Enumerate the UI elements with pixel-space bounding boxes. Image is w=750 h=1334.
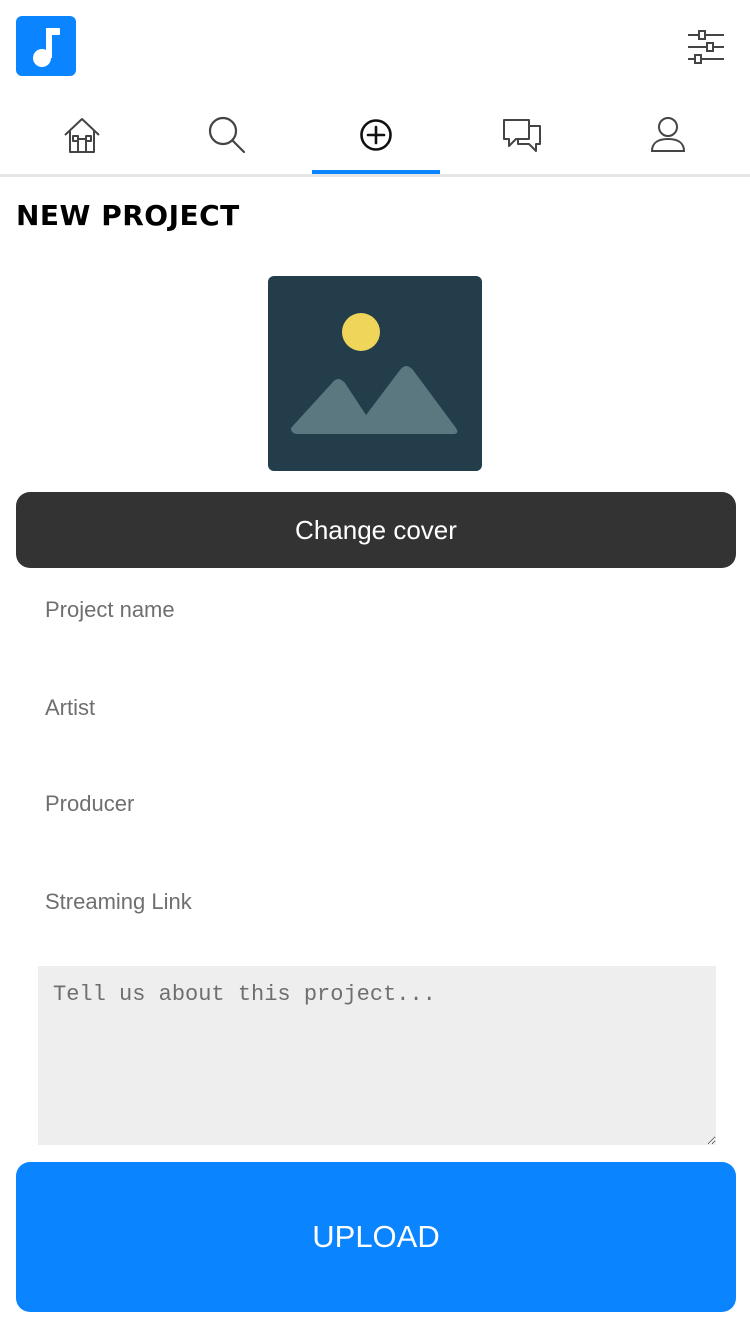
tab-home[interactable]: [18, 96, 146, 174]
app-header: [0, 0, 750, 96]
tab-profile[interactable]: [604, 96, 732, 174]
search-icon: [208, 116, 246, 154]
filter-settings-button[interactable]: [684, 25, 728, 69]
producer-input[interactable]: [38, 774, 716, 834]
streaming-link-input[interactable]: [38, 872, 716, 932]
upload-button[interactable]: UPLOAD: [16, 1162, 736, 1312]
app-logo[interactable]: [16, 16, 76, 76]
change-cover-button[interactable]: Change cover: [16, 492, 736, 568]
artist-input[interactable]: [38, 678, 716, 738]
chat-icon: [503, 119, 541, 152]
tab-bar: [0, 96, 750, 177]
tab-messages[interactable]: [458, 96, 586, 174]
project-description-textarea[interactable]: [38, 966, 716, 1145]
project-name-input[interactable]: [38, 580, 716, 640]
home-icon: [64, 118, 100, 153]
plus-circle-icon: [360, 119, 392, 151]
cover-image: [268, 276, 482, 471]
page-title: NEW PROJECT: [16, 199, 240, 232]
image-placeholder-icon: [291, 313, 458, 434]
user-icon: [650, 117, 686, 152]
music-note-icon: [33, 28, 60, 67]
sliders-icon: [688, 30, 724, 64]
tab-search[interactable]: [163, 96, 291, 174]
tab-create[interactable]: [312, 96, 440, 174]
